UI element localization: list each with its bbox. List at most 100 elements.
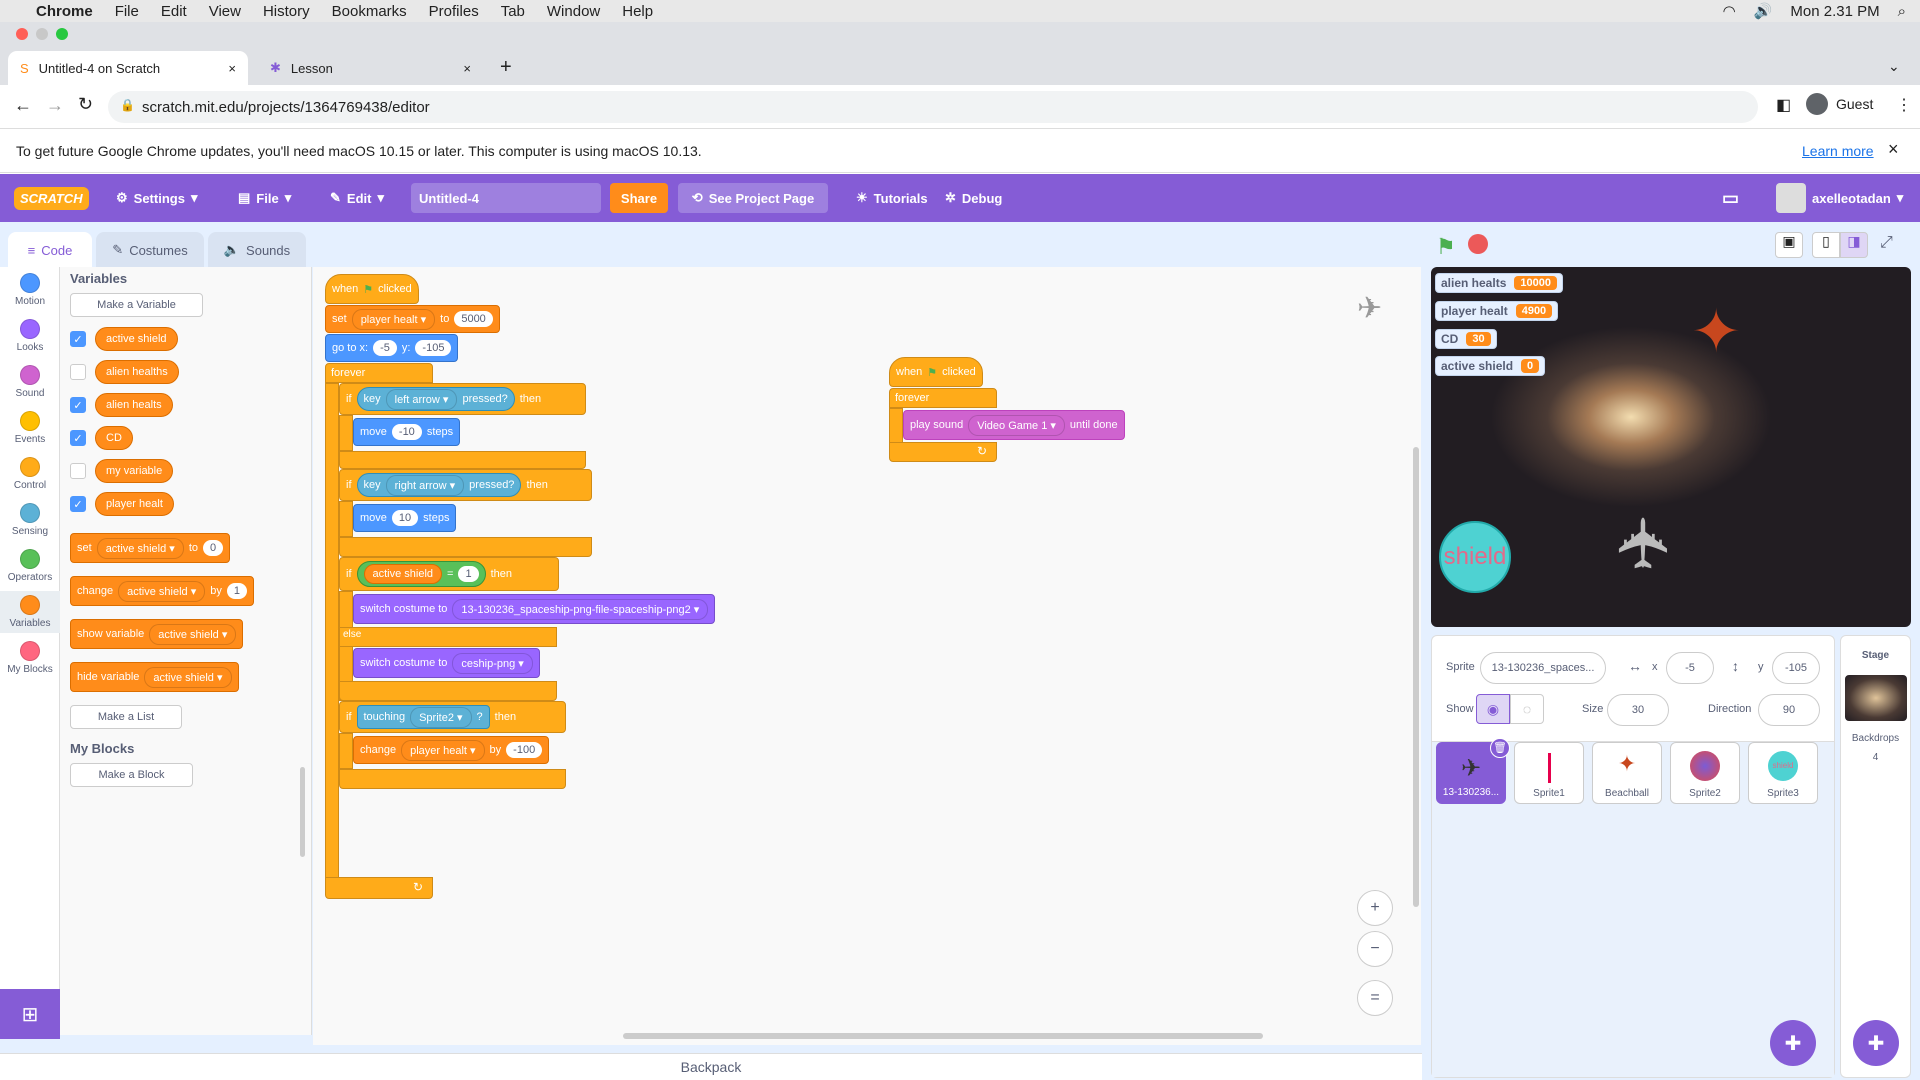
script-workspace[interactable]: when ⚑ clicked set player healt to 5000 go to… xyxy=(313,267,1421,1045)
category-sensing[interactable]: Sensing xyxy=(0,503,60,537)
add-extension-button[interactable]: ⊞ xyxy=(0,989,60,1039)
y-input[interactable]: -105 xyxy=(1772,652,1820,684)
player-ship-sprite[interactable]: ✈ xyxy=(1603,514,1685,573)
debug-button[interactable]: ✲ Debug xyxy=(945,174,1002,222)
settings-menu[interactable]: ⚙ Settings ▾ xyxy=(116,174,197,222)
close-window-button[interactable] xyxy=(16,28,28,40)
var-checkbox-active-shield[interactable]: ✓ xyxy=(70,331,86,347)
search-icon[interactable]: ⌕ xyxy=(1898,3,1906,20)
category-looks[interactable]: Looks xyxy=(0,319,60,353)
edit-menu[interactable]: ✎ Edit ▾ xyxy=(330,174,384,222)
sprite-thumb-spaceship[interactable]: ✈ 13-130236... 🗑 xyxy=(1436,738,1510,804)
add-sprite-button[interactable]: ✚ xyxy=(1770,1020,1816,1066)
close-tab-icon[interactable]: × xyxy=(228,61,236,76)
equals-operator[interactable]: active shield = 1 xyxy=(356,561,486,587)
make-variable-button[interactable]: Make a Variable xyxy=(70,293,203,317)
project-title-input[interactable]: Untitled-4 xyxy=(411,183,601,213)
if-right-arrow-block[interactable]: if key right arrow pressed? then xyxy=(339,469,592,501)
y-input[interactable]: -105 xyxy=(415,340,452,356)
wifi-icon[interactable]: ◠ xyxy=(1723,2,1736,20)
small-stage-icon[interactable]: ▯ xyxy=(1812,232,1840,258)
learn-more-link[interactable]: Learn more xyxy=(1802,143,1874,159)
when-flag-clicked-hat[interactable]: when ⚑ clicked xyxy=(325,274,419,304)
volume-icon[interactable]: 🔊 xyxy=(1754,2,1773,20)
steps-input[interactable]: -10 xyxy=(391,424,422,440)
scratch-logo[interactable]: SCRATCH xyxy=(14,174,89,222)
tab-costumes[interactable]: ✎ Costumes xyxy=(96,232,204,268)
var-reporter[interactable]: alien healths xyxy=(95,360,179,384)
if-left-arrow-block[interactable]: if key left arrow pressed? then xyxy=(339,383,586,415)
sprite-name-input[interactable]: 13-130236_spaces... xyxy=(1480,652,1606,684)
profile-button[interactable]: Guest xyxy=(1806,93,1873,115)
green-flag-button[interactable]: ⚑ xyxy=(1436,234,1456,260)
tutorials-button[interactable]: ☀ Tutorials xyxy=(856,174,928,222)
category-operators[interactable]: Operators xyxy=(0,549,60,583)
make-list-button[interactable]: Make a List xyxy=(70,705,182,729)
lock-icon[interactable]: 🔒 xyxy=(120,98,135,112)
alien-ship-sprite[interactable]: ✦ xyxy=(1691,297,1741,367)
minimize-window-button[interactable] xyxy=(36,28,48,40)
key-pressed-sensor[interactable]: key left arrow pressed? xyxy=(356,387,515,411)
backdrop-thumbnail[interactable] xyxy=(1844,675,1907,721)
workspace-hscrollbar[interactable] xyxy=(623,1033,1263,1039)
palette-scrollbar[interactable] xyxy=(300,767,305,857)
sidepanel-icon[interactable]: ◧ xyxy=(1776,95,1791,115)
variable-dropdown[interactable]: active shield xyxy=(118,580,206,602)
move-steps-block[interactable]: move 10 steps xyxy=(353,504,457,532)
x-input[interactable]: -5 xyxy=(373,340,397,356)
zoom-reset-button[interactable]: = xyxy=(1357,980,1393,1016)
menu-file[interactable]: File xyxy=(115,3,139,20)
variable-dropdown[interactable]: player healt xyxy=(401,739,485,761)
set-variable-block[interactable]: set active shield to 0 xyxy=(70,533,231,563)
workspace-vscrollbar[interactable] xyxy=(1413,447,1419,907)
menu-help[interactable]: Help xyxy=(622,3,653,20)
stage-selector[interactable]: Stage Backdrops 4 ✚ xyxy=(1840,635,1911,1078)
back-icon[interactable]: ← xyxy=(14,95,32,116)
switch-costume-block[interactable]: switch costume to 13-130236_spaceship-png… xyxy=(353,594,716,624)
chrome-menu-icon[interactable]: ⋮ xyxy=(1896,95,1912,115)
sprite-thumb-sprite3[interactable]: shield Sprite3 xyxy=(1748,742,1818,804)
var-checkbox-alien-healts[interactable]: ✓ xyxy=(70,397,86,413)
switch-costume-block[interactable]: switch costume to ceship-png xyxy=(353,648,540,678)
stage-canvas[interactable]: alien healts 10000 player healt 4900 CD 30 … xyxy=(1431,267,1911,627)
tab-scratch[interactable]: S Untitled-4 on Scratch × xyxy=(8,51,248,85)
key-pressed-sensor[interactable]: key right arrow pressed? xyxy=(356,473,522,497)
menu-history[interactable]: History xyxy=(263,3,310,20)
menu-edit[interactable]: Edit xyxy=(161,3,187,20)
see-project-page-button[interactable]: ⟲ See Project Page xyxy=(678,183,828,213)
reload-icon[interactable]: ↻ xyxy=(78,94,93,115)
sound-dropdown[interactable]: Video Game 1 xyxy=(968,414,1065,436)
infobar-close-icon[interactable]: × xyxy=(1888,139,1899,160)
value-input[interactable]: 5000 xyxy=(454,311,493,327)
set-player-healt-block[interactable]: set player healt to 5000 xyxy=(325,305,500,333)
delete-sprite-trash-icon[interactable]: 🗑 xyxy=(1490,738,1510,758)
key-dropdown[interactable]: left arrow xyxy=(385,388,458,410)
sprite-thumb-beachball[interactable]: ✦ Beachball xyxy=(1592,742,1662,804)
screenshot-icon[interactable]: ▣ xyxy=(1775,232,1803,258)
x-input[interactable]: -5 xyxy=(1666,652,1714,684)
menu-view[interactable]: View xyxy=(209,3,241,20)
value-input[interactable]: 1 xyxy=(458,566,479,582)
menu-bookmarks[interactable]: Bookmarks xyxy=(332,3,407,20)
size-input[interactable]: 30 xyxy=(1607,694,1669,726)
var-checkbox-my-variable[interactable] xyxy=(70,463,86,479)
variable-dropdown[interactable]: active shield xyxy=(149,623,237,645)
menu-tab[interactable]: Tab xyxy=(501,3,525,20)
category-motion[interactable]: Motion xyxy=(0,273,60,307)
shield-sprite[interactable]: shield xyxy=(1439,521,1511,593)
var-checkbox-cd[interactable]: ✓ xyxy=(70,430,86,446)
sprite-thumb-sprite2[interactable]: Sprite2 xyxy=(1670,742,1740,804)
tab-code[interactable]: ≡ Code xyxy=(8,232,92,268)
category-events[interactable]: Events xyxy=(0,411,60,445)
value-input[interactable]: -100 xyxy=(506,742,543,758)
steps-input[interactable]: 10 xyxy=(391,510,419,526)
tab-lesson[interactable]: ✱ Lesson × xyxy=(258,51,483,85)
category-sound[interactable]: Sound xyxy=(0,365,60,399)
large-stage-icon[interactable]: ◨ xyxy=(1840,232,1868,258)
variable-dropdown[interactable]: active shield xyxy=(96,537,184,559)
direction-input[interactable]: 90 xyxy=(1758,694,1820,726)
key-dropdown[interactable]: right arrow xyxy=(385,474,465,496)
value-input[interactable]: 0 xyxy=(203,540,224,556)
make-block-button[interactable]: Make a Block xyxy=(70,763,193,787)
hide-variable-block[interactable]: hide variable active shield xyxy=(70,662,239,692)
